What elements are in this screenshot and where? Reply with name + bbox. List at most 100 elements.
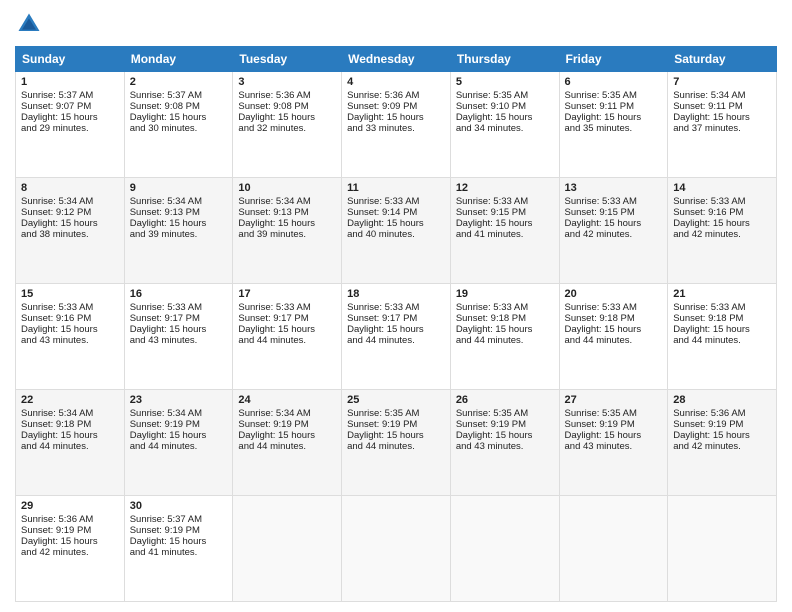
column-header-monday: Monday — [124, 47, 233, 72]
day-info: Sunset: 9:19 PM — [130, 525, 228, 536]
page: SundayMondayTuesdayWednesdayThursdayFrid… — [0, 0, 792, 612]
day-number: 8 — [21, 182, 119, 194]
day-info: Sunrise: 5:33 AM — [565, 302, 663, 313]
column-header-sunday: Sunday — [16, 47, 125, 72]
day-info: Daylight: 15 hours — [130, 324, 228, 335]
day-info: Sunset: 9:18 PM — [456, 313, 554, 324]
day-number: 28 — [673, 394, 771, 406]
day-number: 21 — [673, 288, 771, 300]
day-info: and 41 minutes. — [456, 229, 554, 240]
day-info: and 42 minutes. — [565, 229, 663, 240]
day-info: and 44 minutes. — [565, 335, 663, 346]
day-info: and 43 minutes. — [130, 335, 228, 346]
day-info: Daylight: 15 hours — [347, 430, 445, 441]
day-info: Daylight: 15 hours — [456, 430, 554, 441]
day-info: Daylight: 15 hours — [130, 112, 228, 123]
day-info: Daylight: 15 hours — [130, 430, 228, 441]
calendar-cell — [668, 496, 777, 602]
day-number: 26 — [456, 394, 554, 406]
day-info: Daylight: 15 hours — [456, 112, 554, 123]
day-info: Daylight: 15 hours — [565, 218, 663, 229]
day-info: and 29 minutes. — [21, 123, 119, 134]
day-info: and 40 minutes. — [347, 229, 445, 240]
day-info: Sunrise: 5:34 AM — [238, 408, 336, 419]
calendar-week-3: 15Sunrise: 5:33 AMSunset: 9:16 PMDayligh… — [16, 284, 777, 390]
day-info: and 30 minutes. — [130, 123, 228, 134]
day-info: Sunset: 9:10 PM — [456, 101, 554, 112]
day-number: 23 — [130, 394, 228, 406]
day-info: Sunrise: 5:33 AM — [456, 302, 554, 313]
day-number: 18 — [347, 288, 445, 300]
day-info: and 44 minutes. — [673, 335, 771, 346]
calendar-week-1: 1Sunrise: 5:37 AMSunset: 9:07 PMDaylight… — [16, 72, 777, 178]
calendar-cell: 9Sunrise: 5:34 AMSunset: 9:13 PMDaylight… — [124, 178, 233, 284]
calendar-header-row: SundayMondayTuesdayWednesdayThursdayFrid… — [16, 47, 777, 72]
day-number: 11 — [347, 182, 445, 194]
day-info: Sunrise: 5:35 AM — [347, 408, 445, 419]
day-info: Daylight: 15 hours — [21, 112, 119, 123]
calendar-cell: 12Sunrise: 5:33 AMSunset: 9:15 PMDayligh… — [450, 178, 559, 284]
day-info: Sunrise: 5:36 AM — [21, 514, 119, 525]
calendar-cell: 19 Sunrise: 5:33 AMSunset: 9:18 PMDayligh… — [450, 284, 559, 390]
day-number: 17 — [238, 288, 336, 300]
day-info: Sunset: 9:15 PM — [565, 207, 663, 218]
day-info: and 44 minutes. — [21, 441, 119, 452]
day-info: and 44 minutes. — [238, 441, 336, 452]
day-number: 19 — [456, 288, 554, 300]
calendar-cell: 7Sunrise: 5:34 AMSunset: 9:11 PMDaylight… — [668, 72, 777, 178]
day-number: 6 — [565, 76, 663, 88]
day-info: and 43 minutes. — [456, 441, 554, 452]
day-info: Daylight: 15 hours — [238, 430, 336, 441]
day-info: and 34 minutes. — [456, 123, 554, 134]
day-number: 7 — [673, 76, 771, 88]
logo — [15, 10, 47, 38]
day-info: Sunset: 9:14 PM — [347, 207, 445, 218]
column-header-thursday: Thursday — [450, 47, 559, 72]
day-info: Daylight: 15 hours — [238, 324, 336, 335]
calendar-cell: 2Sunrise: 5:37 AMSunset: 9:08 PMDaylight… — [124, 72, 233, 178]
day-info: Sunrise: 5:37 AM — [21, 90, 119, 101]
calendar-week-5: 29Sunrise: 5:36 AMSunset: 9:19 PMDayligh… — [16, 496, 777, 602]
calendar-cell: 4Sunrise: 5:36 AMSunset: 9:09 PMDaylight… — [342, 72, 451, 178]
column-header-wednesday: Wednesday — [342, 47, 451, 72]
calendar-cell: 29Sunrise: 5:36 AMSunset: 9:19 PMDayligh… — [16, 496, 125, 602]
day-info: Sunrise: 5:33 AM — [130, 302, 228, 313]
day-number: 1 — [21, 76, 119, 88]
day-number: 9 — [130, 182, 228, 194]
day-info: and 42 minutes. — [21, 547, 119, 558]
day-info: Sunrise: 5:35 AM — [456, 90, 554, 101]
day-info: Sunset: 9:07 PM — [21, 101, 119, 112]
day-number: 5 — [456, 76, 554, 88]
day-info: Sunset: 9:09 PM — [347, 101, 445, 112]
day-info: Sunrise: 5:34 AM — [21, 196, 119, 207]
day-info: Sunrise: 5:35 AM — [565, 90, 663, 101]
day-number: 4 — [347, 76, 445, 88]
day-info: Sunset: 9:11 PM — [565, 101, 663, 112]
day-info: Daylight: 15 hours — [673, 112, 771, 123]
day-info: Sunrise: 5:37 AM — [130, 90, 228, 101]
day-info: and 41 minutes. — [130, 547, 228, 558]
day-info: Sunset: 9:19 PM — [456, 419, 554, 430]
day-info: Sunrise: 5:34 AM — [238, 196, 336, 207]
column-header-friday: Friday — [559, 47, 668, 72]
day-info: and 43 minutes. — [21, 335, 119, 346]
day-info: Sunset: 9:16 PM — [673, 207, 771, 218]
day-info: Daylight: 15 hours — [456, 324, 554, 335]
day-number: 25 — [347, 394, 445, 406]
day-number: 16 — [130, 288, 228, 300]
calendar-cell: 14Sunrise: 5:33 AMSunset: 9:16 PMDayligh… — [668, 178, 777, 284]
calendar-cell: 1 Sunrise: 5:37 AMSunset: 9:07 PMDaylight… — [16, 72, 125, 178]
calendar-cell — [233, 496, 342, 602]
calendar-cell: 5 Sunrise: 5:35 AMSunset: 9:10 PMDaylight… — [450, 72, 559, 178]
day-info: Sunrise: 5:34 AM — [130, 196, 228, 207]
day-info: Daylight: 15 hours — [565, 324, 663, 335]
calendar-cell: 24Sunrise: 5:34 AMSunset: 9:19 PMDayligh… — [233, 390, 342, 496]
day-info: and 44 minutes. — [347, 441, 445, 452]
header — [15, 10, 777, 38]
day-info: Daylight: 15 hours — [238, 218, 336, 229]
calendar-week-4: 22Sunrise: 5:34 AMSunset: 9:18 PMDayligh… — [16, 390, 777, 496]
day-number: 24 — [238, 394, 336, 406]
day-number: 15 — [21, 288, 119, 300]
day-info: Daylight: 15 hours — [673, 324, 771, 335]
calendar-cell — [450, 496, 559, 602]
